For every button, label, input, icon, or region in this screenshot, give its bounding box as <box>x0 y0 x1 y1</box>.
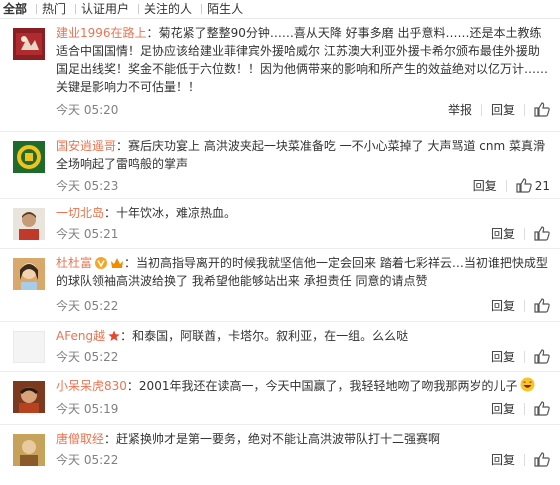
username-link[interactable]: 一切北岛 <box>56 206 104 220</box>
comment-list: 建业1996在路上：菊花紧了整整90分钟……喜从天降 好事多磨 出乎意料……还是… <box>0 19 560 485</box>
comment-actions: 回复 <box>491 348 550 365</box>
thumb-up-icon <box>534 452 550 467</box>
gold-v-icon <box>95 257 108 269</box>
comment-actions: 举报 回复 <box>448 101 550 118</box>
tab-following[interactable]: 关注的人 <box>138 0 201 18</box>
comment-actions: 回复 <box>491 225 550 242</box>
comment-content: 十年饮冰，难凉热血。 <box>116 206 237 220</box>
comment-item: 一切北岛：十年饮冰，难凉热血。 今天 05:21 回复 <box>0 199 560 249</box>
reply-button[interactable]: 回复 <box>491 348 515 365</box>
avatar[interactable] <box>13 141 45 173</box>
action-divider <box>524 453 525 466</box>
comment-actions: 回复 <box>491 400 550 417</box>
comment-text: 建业1996在路上：菊花紧了整整90分钟……喜从天降 好事多磨 出乎意料……还是… <box>56 26 549 94</box>
comment-filter-tabs: 全部 热门 认证用户 关注的人 陌生人 <box>0 0 560 19</box>
timestamp: 今天 05:19 <box>56 402 119 416</box>
comment-text: 国安逍遥哥：赛后庆功宴上 高洪波夹起一块菜准备吃 一不小心菜掉了 大声骂道 cn… <box>56 139 545 171</box>
tab-hot[interactable]: 热门 <box>36 0 75 18</box>
thumb-up-icon <box>516 178 532 193</box>
comment-item: 国安逍遥哥：赛后庆功宴上 高洪波夹起一块菜准备吃 一不小心菜掉了 大声骂道 cn… <box>0 132 560 199</box>
comment-item: AFeng越 ：和泰国，阿联酋，卡塔尔。叙利亚，在一组。么么哒 今天 05:22 … <box>0 322 560 372</box>
like-button[interactable] <box>534 452 550 467</box>
comment-text: 杜杜富 ：当初高指导离开的时候我就坚信他一定会回来 踏着七彩祥云…当初谁把快成型的… <box>56 256 548 288</box>
like-button[interactable] <box>534 298 550 313</box>
comment-actions: 回复 21 <box>473 177 550 194</box>
tab-verified-users[interactable]: 认证用户 <box>75 0 138 18</box>
tab-all[interactable]: 全部 <box>3 0 36 18</box>
avatar[interactable] <box>13 434 45 466</box>
reply-button[interactable]: 回复 <box>491 451 515 468</box>
action-divider <box>480 103 482 116</box>
username-link[interactable]: 建业1996在路上 <box>56 26 147 40</box>
comment-text: AFeng越 ：和泰国，阿联酋，卡塔尔。叙利亚，在一组。么么哒 <box>56 329 409 343</box>
avatar[interactable] <box>13 28 45 60</box>
timestamp: 今天 05:22 <box>56 299 119 313</box>
timestamp: 今天 05:22 <box>56 453 119 467</box>
reply-button[interactable]: 回复 <box>491 297 515 314</box>
comment-item: 杜杜富 ：当初高指导离开的时候我就坚信他一定会回来 踏着七彩祥云…当初谁把快成型的… <box>0 249 560 322</box>
action-divider <box>524 227 525 240</box>
action-divider <box>505 179 507 192</box>
thumb-up-icon <box>534 226 550 241</box>
like-button[interactable] <box>534 401 550 416</box>
comment-actions: 回复 <box>491 451 550 468</box>
action-divider <box>524 350 525 363</box>
comment-content: 2001年我还在读高一，今天中国赢了，我轻轻地吻了吻我那两岁的儿子 <box>138 379 518 393</box>
like-button[interactable] <box>534 349 550 364</box>
comment-actions: 回复 <box>491 297 550 314</box>
avatar[interactable] <box>13 208 45 240</box>
comment-content: 赛后庆功宴上 高洪波夹起一块菜准备吃 一不小心菜掉了 大声骂道 cnm 菜真滑 … <box>56 139 545 171</box>
like-button[interactable] <box>534 226 550 241</box>
tab-strangers[interactable]: 陌生人 <box>201 0 252 18</box>
username-link[interactable]: AFeng越 <box>56 329 105 343</box>
comment-item: 唐僧取经：赶紧换帅才是第一要务，绝对不能让高洪波带队打十二强赛啊 今天 05:2… <box>0 425 560 485</box>
thumb-up-icon <box>534 349 550 364</box>
timestamp: 今天 05:22 <box>56 350 119 364</box>
thumb-up-icon <box>534 102 550 117</box>
star-icon <box>108 330 120 341</box>
action-divider <box>524 402 525 415</box>
username-link[interactable]: 唐僧取经 <box>56 432 104 446</box>
username-link[interactable]: 国安逍遥哥 <box>56 139 116 153</box>
timestamp: 今天 05:21 <box>56 227 119 241</box>
username-link[interactable]: 杜杜富 <box>56 256 92 270</box>
timestamp: 今天 05:20 <box>56 103 119 117</box>
comment-text: 唐僧取经：赶紧换帅才是第一要务，绝对不能让高洪波带队打十二强赛啊 <box>56 432 441 446</box>
reply-button[interactable]: 回复 <box>491 400 515 417</box>
thumb-up-icon <box>534 401 550 416</box>
avatar[interactable] <box>13 331 45 363</box>
reply-button[interactable]: 回复 <box>491 101 515 118</box>
comment-item: 建业1996在路上：菊花紧了整整90分钟……喜从天降 好事多磨 出乎意料……还是… <box>0 19 560 132</box>
like-button[interactable] <box>534 102 550 117</box>
username-link[interactable]: 小呆呆虎830 <box>56 379 127 393</box>
comment-content: 和泰国，阿联酋，卡塔尔。叙利亚，在一组。么么哒 <box>132 329 409 343</box>
avatar[interactable] <box>13 381 45 413</box>
comment-text: 小呆呆虎830：2001年我还在读高一，今天中国赢了，我轻轻地吻了吻我那两岁的儿… <box>56 377 550 395</box>
comment-text: 一切北岛：十年饮冰，难凉热血。 <box>56 206 237 220</box>
action-divider <box>524 103 525 116</box>
reply-button[interactable]: 回复 <box>473 177 497 194</box>
action-divider <box>524 299 525 312</box>
like-button[interactable]: 21 <box>516 178 550 193</box>
avatar[interactable] <box>13 258 45 290</box>
thumb-up-icon <box>534 298 550 313</box>
like-count: 21 <box>534 178 550 193</box>
comment-item: 小呆呆虎830：2001年我还在读高一，今天中国赢了，我轻轻地吻了吻我那两岁的儿… <box>0 372 560 425</box>
laughing-emoji-icon <box>520 377 535 392</box>
comment-content: 赶紧换帅才是第一要务，绝对不能让高洪波带队打十二强赛啊 <box>116 432 441 446</box>
crown-icon <box>111 258 124 268</box>
reply-button[interactable]: 回复 <box>491 225 515 242</box>
report-button[interactable]: 举报 <box>448 101 472 118</box>
timestamp: 今天 05:23 <box>56 179 119 193</box>
